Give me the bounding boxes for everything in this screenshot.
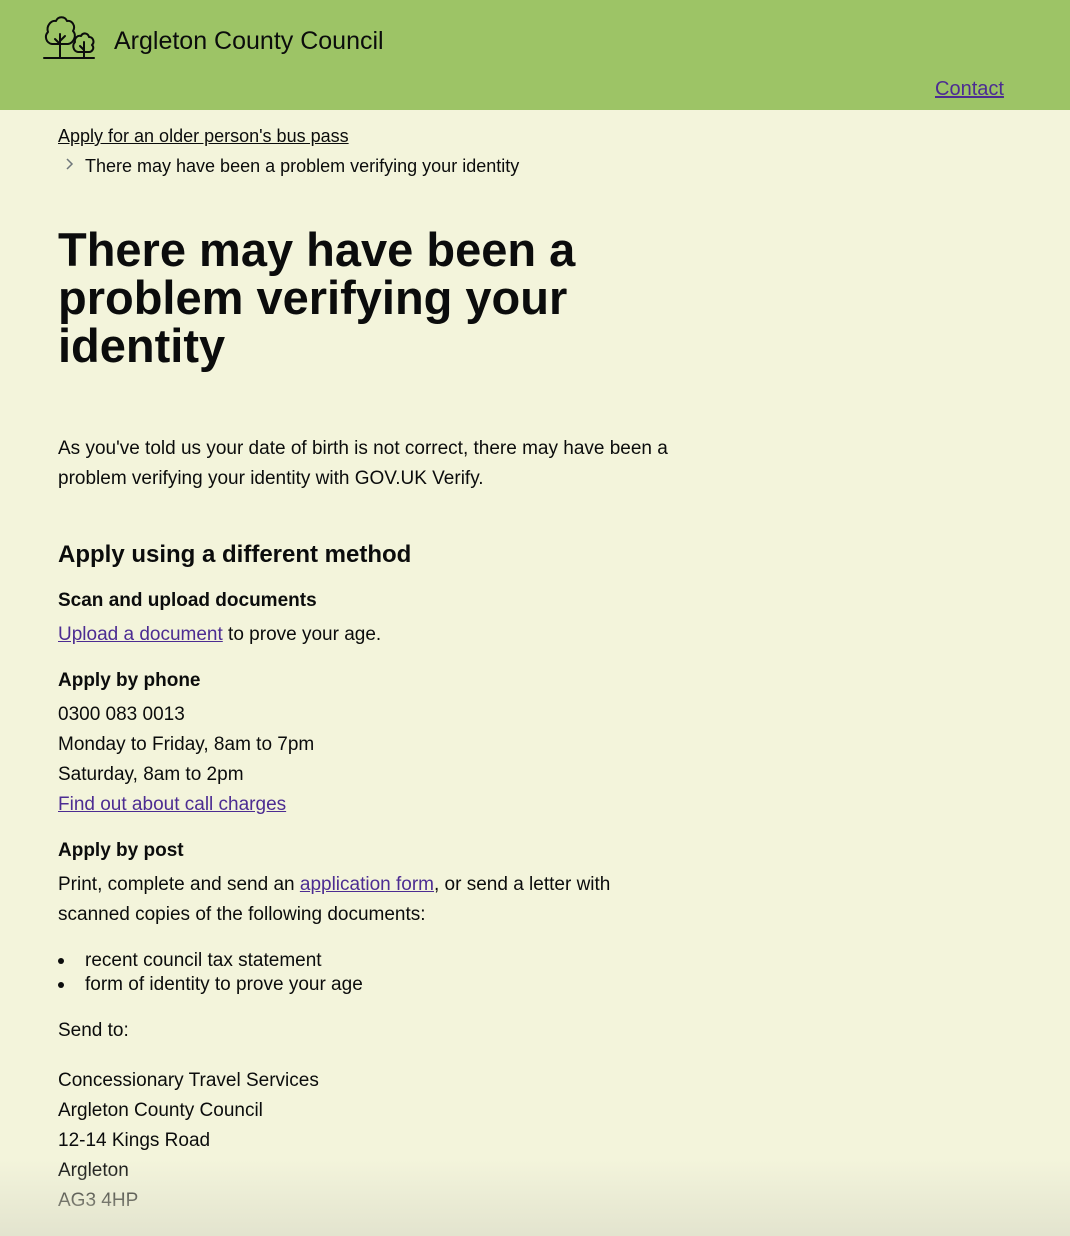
breadcrumb-parent-link[interactable]: Apply for an older person's bus pass [58,124,349,148]
upload-suffix: to prove your age. [222,624,382,645]
upload-paragraph: Upload a document to prove your age. [58,622,381,648]
post-paragraph: Print, complete and send an application … [58,870,658,930]
bullet-dot [58,958,64,964]
chevron-right-icon [66,158,74,170]
site-title[interactable]: Argleton County Council [114,26,384,56]
breadcrumb-current: There may have been a problem verifying … [85,156,520,176]
address-line: 12-14 Kings Road [58,1130,211,1151]
address-line: Concessionary Travel Services [58,1070,319,1091]
section-heading: Apply using a different method [58,541,412,568]
address-line: AG3 4HP [58,1190,139,1211]
phone-heading: Apply by phone [58,670,201,691]
bottom-fade [0,1160,1070,1236]
upload-document-link[interactable]: Upload a document [58,624,223,645]
document-list-item: recent council tax statement [85,950,322,971]
call-charges-link[interactable]: Find out about call charges [58,792,286,818]
site-header: Argleton County Council Contact [0,0,1070,110]
application-form-link[interactable]: application form [300,874,434,895]
send-to-label: Send to: [58,1020,129,1041]
weekday-hours: Monday to Friday, 8am to 7pm [58,734,315,755]
lead-paragraph: As you've told us your date of birth is … [58,438,668,489]
phone-number: 0300 083 0013 [58,704,185,725]
trees-logo-icon[interactable] [43,14,95,60]
address-line: Argleton [58,1160,129,1181]
contact-link[interactable]: Contact [935,76,1004,102]
upload-heading: Scan and upload documents [58,590,317,611]
address-line: Argleton County Council [58,1100,263,1121]
post-text-before: Print, complete and send an [58,874,300,895]
post-heading: Apply by post [58,840,184,861]
document-list-item: form of identity to prove your age [85,974,363,995]
page-title: There may have been a problem verifying … [58,223,576,372]
saturday-hours: Saturday, 8am to 2pm [58,764,244,785]
bullet-dot [58,982,64,988]
